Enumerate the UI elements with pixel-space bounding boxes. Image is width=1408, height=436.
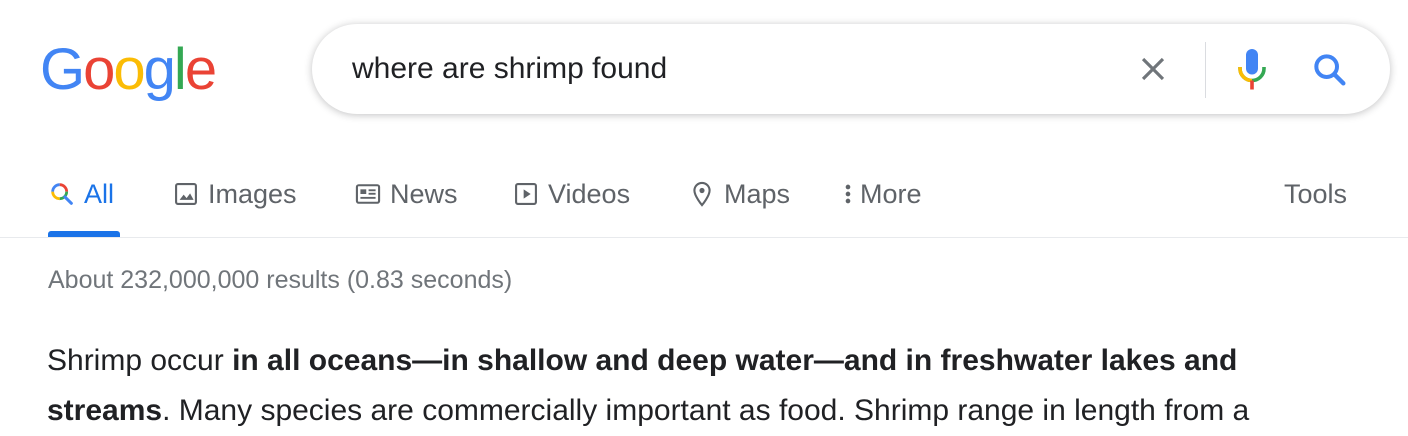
- close-icon[interactable]: [1134, 50, 1172, 88]
- tab-label: News: [390, 178, 458, 209]
- tab-all[interactable]: All: [48, 172, 114, 216]
- logo-letter: o: [113, 37, 145, 102]
- tab-maps[interactable]: Maps: [688, 172, 790, 216]
- search-icon[interactable]: [1310, 50, 1350, 90]
- tab-label: Videos: [548, 178, 631, 209]
- tab-more[interactable]: More: [840, 172, 922, 216]
- newspaper-icon: [355, 184, 381, 204]
- search-input[interactable]: where are shrimp found: [352, 52, 667, 86]
- snippet-lead: Shrimp occur: [47, 344, 233, 377]
- tab-label: Images: [208, 178, 297, 209]
- tab-label: All: [84, 178, 115, 209]
- play-icon: [515, 183, 537, 205]
- snippet-tail: . Many species are commercially importan…: [162, 394, 1250, 427]
- tab-videos[interactable]: Videos: [512, 172, 630, 216]
- tools-button[interactable]: Tools: [1284, 172, 1347, 216]
- logo-letter: g: [143, 37, 176, 102]
- logo-letter: e: [184, 37, 217, 102]
- logo-letter: o: [83, 37, 115, 102]
- map-pin-icon: [693, 181, 711, 207]
- tab-images[interactable]: Images: [172, 172, 297, 216]
- result-stats: About 232,000,000 results (0.83 seconds): [48, 266, 513, 294]
- more-vert-icon: [845, 184, 851, 204]
- google-logo[interactable]: Google: [40, 37, 217, 102]
- microphone-icon[interactable]: [1234, 46, 1270, 94]
- tab-label: Maps: [724, 178, 791, 209]
- tab-news[interactable]: News: [354, 172, 458, 216]
- featured-snippet: Shrimp occur in all oceans—in shallow an…: [47, 336, 1367, 436]
- tab-label: More: [860, 178, 922, 209]
- header-divider: [0, 237, 1408, 238]
- logo-letter: G: [40, 37, 85, 102]
- logo-letter: l: [173, 37, 187, 102]
- search-box[interactable]: where are shrimp found: [312, 24, 1390, 114]
- search-icon: [51, 183, 73, 205]
- search-divider: [1205, 42, 1206, 98]
- image-icon: [175, 183, 197, 205]
